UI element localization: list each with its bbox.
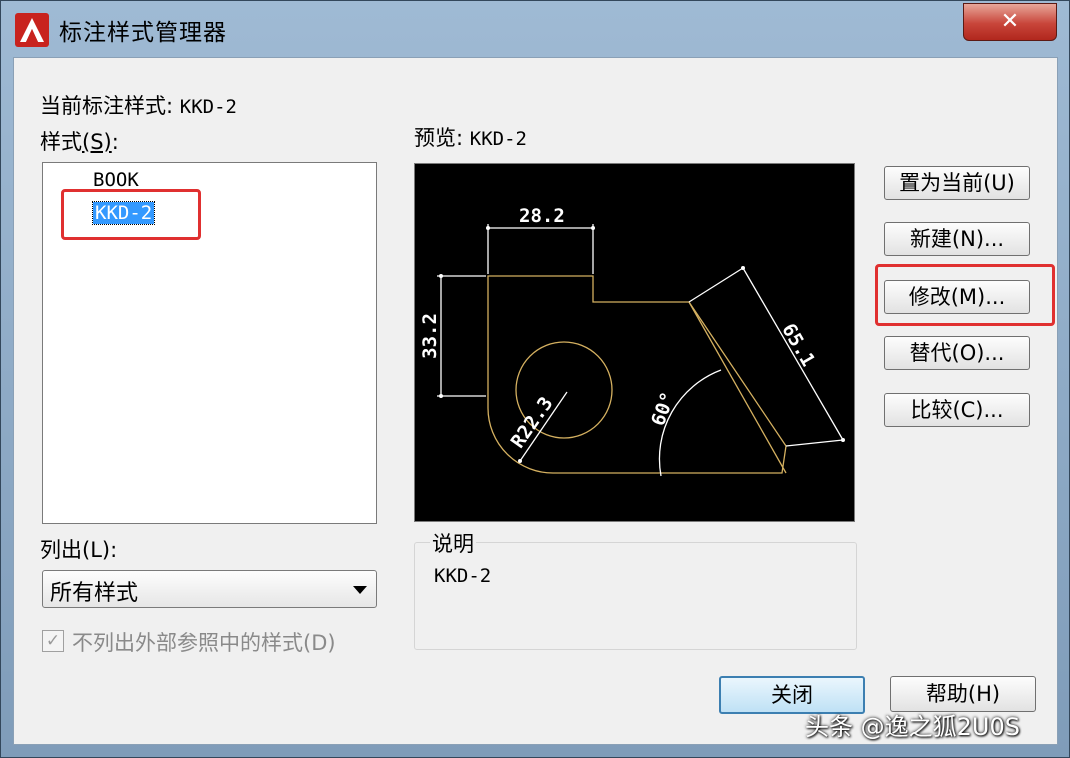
new-style-button[interactable]: 新建(N)...: [884, 222, 1030, 256]
list-label: 列出(L):: [40, 538, 118, 562]
checkmark-icon: ✓: [45, 631, 61, 651]
style-item-book[interactable]: BOOK: [93, 169, 139, 191]
close-window-button[interactable]: ✕: [963, 3, 1057, 41]
exclude-xref-label: 不列出外部参照中的样式(D): [72, 631, 336, 655]
styles-label-colon: :: [111, 130, 119, 154]
set-current-button[interactable]: 置为当前(U): [884, 166, 1030, 200]
title-bar[interactable]: 标注样式管理器 ✕: [1, 1, 1069, 57]
list-filter-value: 所有样式: [50, 581, 139, 606]
current-style-row: 当前标注样式: KKD-2: [40, 90, 237, 120]
highlight-box-selected-style: [61, 189, 201, 240]
description-text: KKD-2: [434, 565, 492, 587]
description-label: 说明: [430, 528, 476, 558]
preview-label: 预览:: [414, 126, 464, 150]
style-preview-pane: 28.2 33.2 R22.3 60° 65.1: [414, 163, 855, 522]
description-group: [414, 542, 857, 650]
styles-listbox[interactable]: BOOK KKD-2: [42, 162, 377, 524]
preview-style-name: KKD-2: [469, 128, 527, 150]
dim-label-top: 28.2: [519, 205, 565, 227]
compare-styles-button[interactable]: 比较(C)...: [884, 393, 1030, 427]
preview-drawing: 28.2 33.2 R22.3 60° 65.1: [419, 205, 845, 477]
exclude-xref-checkbox[interactable]: ✓: [42, 630, 64, 652]
dimension-arrowheads: [439, 226, 845, 463]
dim-label-diagonal: 65.1: [777, 320, 819, 371]
preview-label-row: 预览: KKD-2: [414, 122, 527, 152]
chevron-down-icon: [353, 586, 367, 594]
watermark: 头条 @逸之狐2U0S: [805, 713, 1020, 741]
dialog-body: 当前标注样式: KKD-2 样式(S): BOOK KKD-2 预览: KKD-…: [13, 57, 1058, 745]
dimension-style-manager-window: 标注样式管理器 ✕ 当前标注样式: KKD-2 样式(S): BOOK KKD-…: [0, 0, 1070, 758]
dim-label-angle: 60°: [647, 389, 679, 429]
autocad-logo-icon: [15, 13, 49, 47]
styles-label: 样式(S):: [40, 126, 119, 156]
dimension-labels: 28.2 33.2 R22.3 60° 65.1: [419, 205, 819, 452]
styles-label-mnemonic: (S): [82, 130, 112, 154]
current-style-value: KKD-2: [179, 96, 237, 118]
current-style-label: 当前标注样式:: [40, 94, 174, 118]
dimension-lines: [437, 224, 844, 477]
dim-label-left: 33.2: [419, 313, 441, 359]
close-icon: ✕: [1000, 9, 1020, 34]
override-style-button[interactable]: 替代(O)...: [884, 336, 1030, 370]
styles-label-text: 样式: [40, 130, 82, 154]
list-filter-dropdown[interactable]: 所有样式: [42, 570, 377, 608]
window-title: 标注样式管理器: [59, 20, 227, 46]
highlight-box-modify: [875, 264, 1055, 326]
